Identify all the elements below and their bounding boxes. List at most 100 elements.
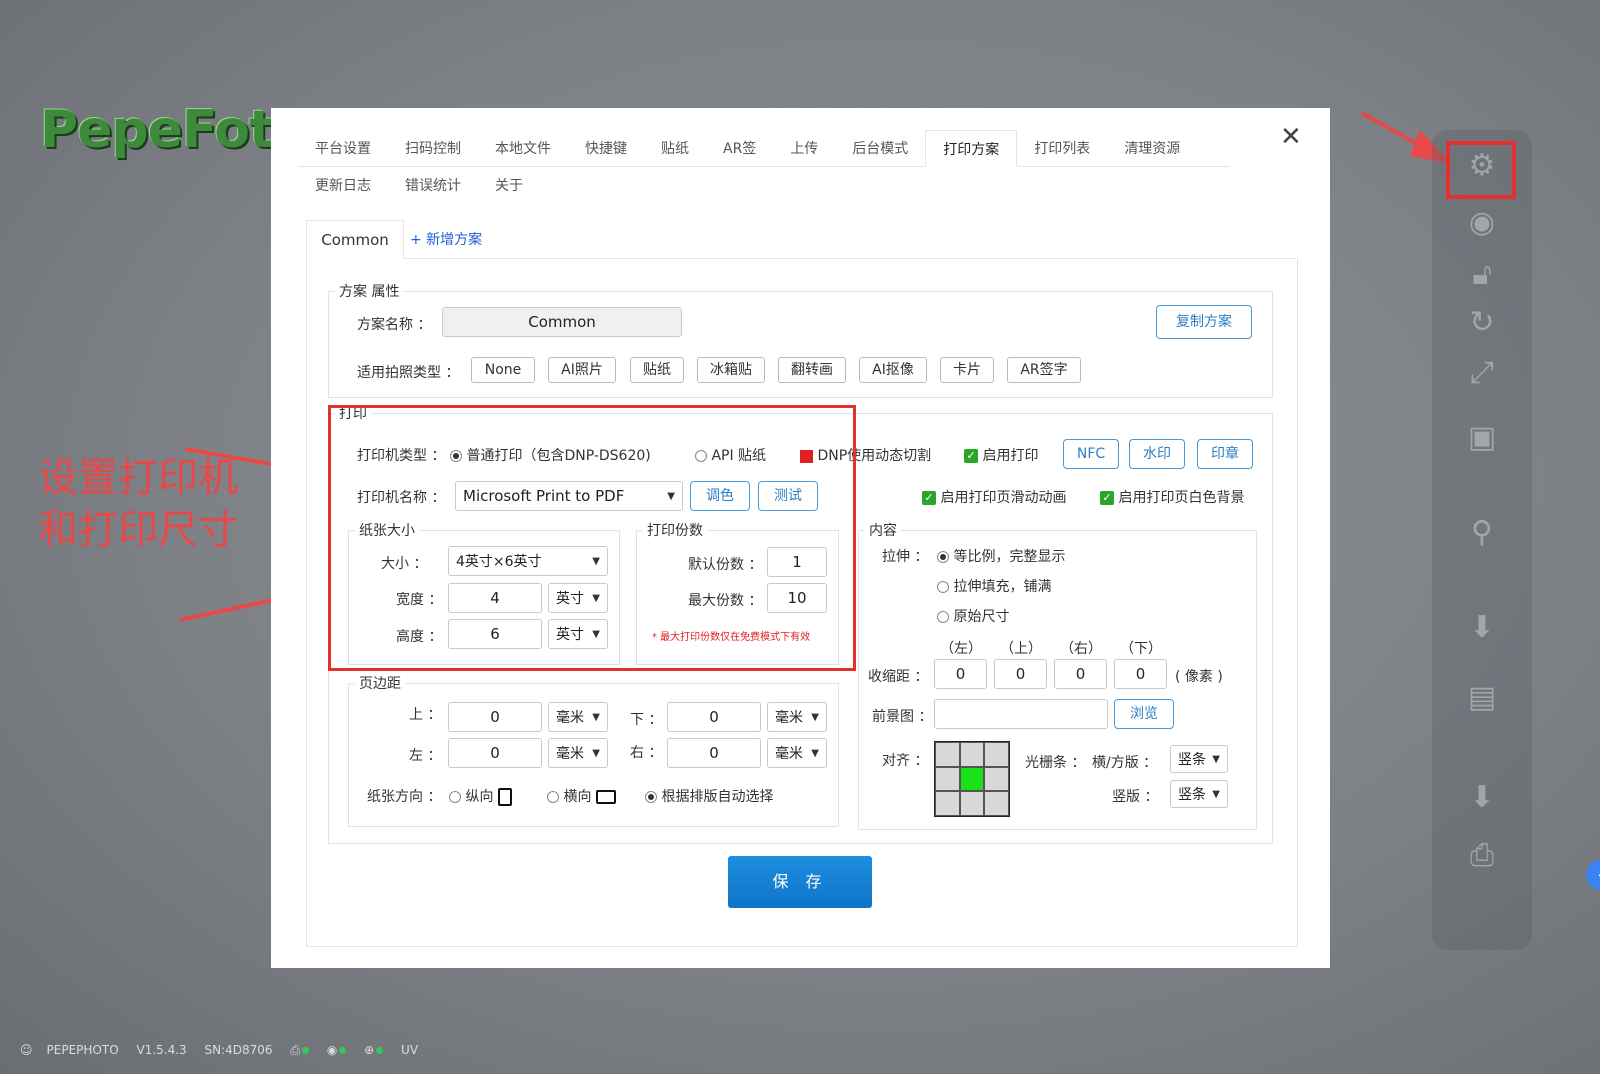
tab-changelog[interactable]: 更新日志 xyxy=(298,176,388,196)
tab-local-files[interactable]: 本地文件 xyxy=(478,130,568,166)
scheme-properties-legend: 方案 属性 xyxy=(339,284,400,300)
tab-stickers[interactable]: 贴纸 xyxy=(644,130,706,166)
layout-icon[interactable]: ▤ xyxy=(1452,680,1512,715)
stretch-option-original[interactable]: 原始尺寸 xyxy=(937,606,1009,626)
type-chip-ai-cutout[interactable]: AI抠像 xyxy=(859,357,927,383)
margin-left-unit-select[interactable]: 毫米 ▼ xyxy=(548,738,608,768)
inset-label: 收缩距 ： xyxy=(868,669,929,685)
margin-right-input[interactable]: 0 xyxy=(667,738,761,768)
type-chip-ar-signature[interactable]: AR签字 xyxy=(1007,357,1081,383)
radio-stretch-fill[interactable] xyxy=(937,581,949,593)
margin-bottom-unit-select[interactable]: 毫米 ▼ xyxy=(767,702,827,732)
align-bottom-center[interactable] xyxy=(959,791,985,816)
align-middle-right[interactable] xyxy=(984,766,1009,792)
camera-icon[interactable]: ◉ xyxy=(1452,205,1512,240)
tab-scan[interactable]: 扫码控制 xyxy=(388,130,478,166)
type-chip-flip-picture[interactable]: 翻转画 xyxy=(778,357,846,383)
margin-left-input[interactable]: 0 xyxy=(448,738,542,768)
enable-print-checkbox[interactable]: ✓ xyxy=(964,449,978,463)
grating-vert-select[interactable]: 竖条 ▼ xyxy=(1170,780,1228,808)
enable-print-label: 启用打印 xyxy=(982,448,1039,464)
radio-landscape[interactable] xyxy=(547,791,559,803)
type-chip-card[interactable]: 卡片 xyxy=(940,357,994,383)
type-chip-sticker[interactable]: 贴纸 xyxy=(630,357,684,383)
inset-right-input[interactable]: 0 xyxy=(1054,659,1107,689)
tab-bar: 平台设置 扫码控制 本地文件 快捷键 贴纸 AR签 上传 后台模式 打印方案 打… xyxy=(298,130,1230,167)
margin-top-unit-select[interactable]: 毫米 ▼ xyxy=(548,702,608,732)
tab-print-list[interactable]: 打印列表 xyxy=(1017,130,1107,166)
scheme-name-input[interactable]: Common xyxy=(442,307,682,337)
align-top-center[interactable] xyxy=(959,742,985,767)
stretch-fill-label: 拉伸填充，铺满 xyxy=(953,579,1052,595)
tab-print-scheme[interactable]: 打印方案 xyxy=(925,130,1018,167)
portrait-label: 纵向 xyxy=(465,789,494,805)
camera-status-icon: ◉ xyxy=(327,1043,347,1057)
refresh-icon[interactable]: ↻ xyxy=(1452,305,1512,340)
nfc-button[interactable]: NFC xyxy=(1063,439,1119,469)
margins-legend: 页边距 xyxy=(359,676,401,692)
tab-platform[interactable]: 平台设置 xyxy=(298,130,388,166)
download-icon[interactable]: ⬇ xyxy=(1452,610,1512,645)
tab-ar-sign[interactable]: AR签 xyxy=(706,130,773,166)
slide-animation-option[interactable]: ✓ 启用打印页滑动动画 xyxy=(922,487,1066,507)
slide-animation-checkbox[interactable]: ✓ xyxy=(922,491,936,505)
margin-left-label: 左 ： xyxy=(409,748,442,764)
margin-top-input[interactable]: 0 xyxy=(448,702,542,732)
copy-scheme-button[interactable]: 复制方案 xyxy=(1156,305,1252,339)
margin-right-label: 右 ： xyxy=(630,745,663,761)
radio-stretch-original[interactable] xyxy=(937,611,949,623)
type-chip-ai-photo[interactable]: AI照片 xyxy=(548,357,616,383)
chevron-down-icon: ▼ xyxy=(592,747,600,759)
grating-horiz-select[interactable]: 竖条 ▼ xyxy=(1170,745,1228,773)
white-background-option[interactable]: ✓ 启用打印页白色背景 xyxy=(1100,487,1244,507)
type-chip-none[interactable]: None xyxy=(471,357,535,383)
filter-icon[interactable]: ⚲ xyxy=(1452,515,1512,550)
white-background-label: 启用打印页白色背景 xyxy=(1118,490,1245,506)
browse-button[interactable]: 浏览 xyxy=(1114,699,1174,729)
align-middle-left[interactable] xyxy=(935,766,960,792)
stretch-option-fill[interactable]: 拉伸填充，铺满 xyxy=(937,576,1051,596)
type-chip-fridge-magnet[interactable]: 冰箱贴 xyxy=(697,357,765,383)
add-scheme-link[interactable]: + 新增方案 xyxy=(410,229,482,249)
align-top-left[interactable] xyxy=(935,742,960,767)
radio-portrait[interactable] xyxy=(449,791,461,803)
gallery-icon[interactable]: ▣ xyxy=(1452,420,1512,455)
align-bottom-left[interactable] xyxy=(935,791,960,816)
unlock-icon[interactable]: 🔓︎ xyxy=(1452,257,1512,292)
tab-background-mode[interactable]: 后台模式 xyxy=(835,130,925,166)
orientation-auto-option[interactable]: 根据排版自动选择 xyxy=(645,786,773,806)
radio-auto-orientation[interactable] xyxy=(645,791,657,803)
inset-top-input[interactable]: 0 xyxy=(994,659,1047,689)
align-top-right[interactable] xyxy=(984,742,1009,767)
radio-stretch-fit[interactable] xyxy=(937,551,949,563)
close-icon[interactable]: ✕ xyxy=(1280,122,1302,152)
save-button[interactable]: 保 存 xyxy=(728,856,872,908)
orientation-landscape-option[interactable]: 横向 xyxy=(547,786,616,806)
enable-print-option[interactable]: ✓ 启用打印 xyxy=(964,445,1038,465)
inset-bottom-input[interactable]: 0 xyxy=(1114,659,1167,689)
stretch-fit-label: 等比例，完整显示 xyxy=(953,549,1066,565)
scheme-name-label: 方案名称 ： xyxy=(357,317,432,333)
tab-clean-resources[interactable]: 清理资源 xyxy=(1107,130,1197,166)
tab-about[interactable]: 关于 xyxy=(478,176,540,196)
margin-bottom-input[interactable]: 0 xyxy=(667,702,761,732)
stretch-option-fit[interactable]: 等比例，完整显示 xyxy=(937,546,1065,566)
tab-upload[interactable]: 上传 xyxy=(773,130,835,166)
stamp-button[interactable]: 印章 xyxy=(1197,439,1253,469)
scheme-tab-common[interactable]: Common xyxy=(306,220,404,260)
download-icon-2[interactable]: ⬇ xyxy=(1452,780,1512,815)
foreground-input[interactable] xyxy=(934,699,1108,729)
printer-icon[interactable]: ⎙ xyxy=(1452,838,1512,873)
tab-error-stats[interactable]: 错误统计 xyxy=(388,176,478,196)
orientation-portrait-option[interactable]: 纵向 xyxy=(449,786,512,806)
status-sn: SN:4D8706 xyxy=(204,1043,273,1057)
white-background-checkbox[interactable]: ✓ xyxy=(1100,491,1114,505)
margin-right-unit-select[interactable]: 毫米 ▼ xyxy=(767,738,827,768)
inset-left-input[interactable]: 0 xyxy=(934,659,987,689)
align-center[interactable] xyxy=(959,766,985,792)
align-bottom-right[interactable] xyxy=(984,791,1009,816)
status-brand: PEPEPHOTO xyxy=(46,1043,119,1057)
tab-shortcuts[interactable]: 快捷键 xyxy=(568,130,644,166)
expand-icon[interactable]: ⤢ xyxy=(1452,355,1512,390)
watermark-button[interactable]: 水印 xyxy=(1129,439,1185,469)
